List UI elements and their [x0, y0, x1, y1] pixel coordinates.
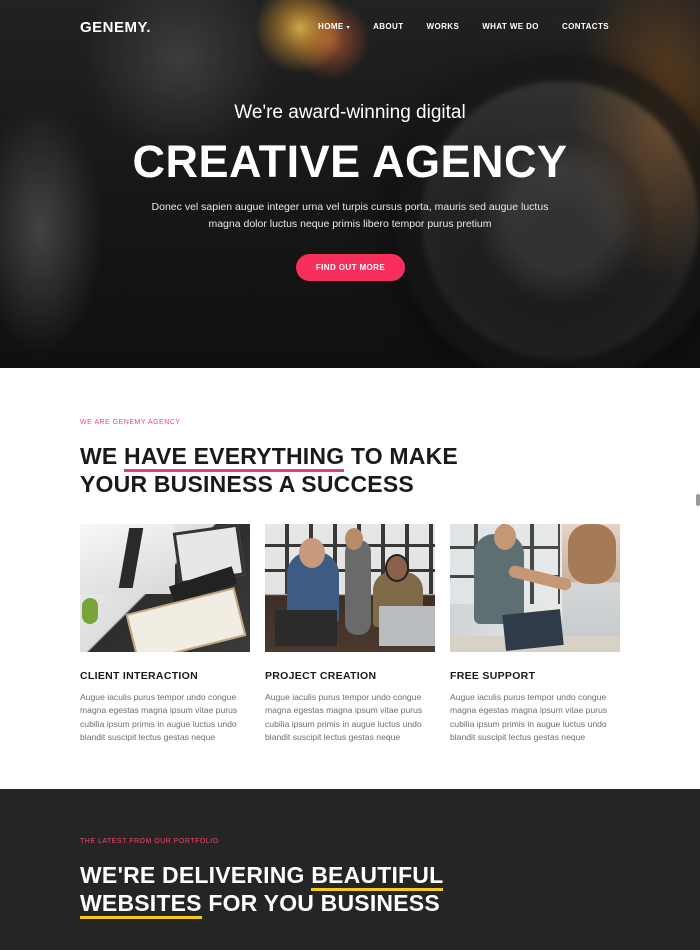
about-eyebrow: WE ARE GENEMY AGENCY: [80, 419, 181, 426]
portfolio-heading: WE'RE DELIVERING BEAUTIFUL WEBSITES FOR …: [80, 861, 580, 919]
heading-text: WE'RE DELIVERING: [80, 862, 312, 888]
card-title: FREE SUPPORT: [450, 670, 536, 682]
nav-links: HOME ▾ ABOUT WORKS WHAT WE DO CONTACTS: [295, 22, 609, 31]
card-text: Augue iaculis purus tempor undo congue m…: [80, 692, 238, 742]
card-title: CLIENT INTERACTION: [80, 670, 198, 682]
site-logo[interactable]: GENEMY.: [80, 19, 151, 36]
nav-item-about[interactable]: ABOUT: [373, 22, 403, 31]
scrollbar-thumb[interactable]: [696, 494, 700, 506]
main-navigation: GENEMY. HOME ▾ ABOUT WORKS WHAT WE DO CON…: [0, 0, 700, 56]
card-text: Augue iaculis purus tempor undo congue m…: [265, 692, 423, 742]
nav-item-contacts[interactable]: CONTACTS: [562, 22, 609, 31]
card-title: PROJECT CREATION: [265, 670, 377, 682]
nav-item-what-we-do[interactable]: WHAT WE DO: [482, 22, 539, 31]
service-card: FREE SUPPORT Augue iaculis purus tempor …: [450, 524, 620, 744]
free-support-image: [450, 524, 620, 652]
client-interaction-image: [80, 524, 250, 652]
service-card: PROJECT CREATION Augue iaculis purus tem…: [265, 524, 435, 744]
card-text: Augue iaculis purus tempor undo congue m…: [450, 692, 608, 742]
project-creation-image: [265, 524, 435, 652]
hero-description: Donec vel sapien augue integer urna vel …: [151, 201, 549, 230]
about-heading: WE HAVE EVERYTHING TO MAKE YOUR BUSINESS…: [80, 442, 560, 498]
service-card: CLIENT INTERACTION Augue iaculis purus t…: [80, 524, 250, 744]
hero-title: CREATIVE AGENCY: [132, 136, 568, 187]
heading-highlight: WEBSITES: [80, 890, 202, 919]
portfolio-eyebrow: THE LATEST FROM OUR PORTFOLIO: [80, 838, 219, 845]
nav-item-works[interactable]: WORKS: [427, 22, 460, 31]
find-out-more-button[interactable]: FIND OUT MORE: [296, 254, 405, 281]
heading-text: WE: [80, 443, 125, 469]
caret-down-icon: ▾: [346, 25, 351, 31]
heading-text: TO MAKE: [344, 443, 458, 469]
heading-highlight: HAVE EVERYTHING: [124, 443, 345, 472]
hero-subtitle: We're award-winning digital: [234, 102, 466, 123]
nav-item-label: HOME: [318, 22, 344, 31]
nav-item-home[interactable]: HOME ▾: [318, 22, 350, 31]
hero-section: GENEMY. HOME ▾ ABOUT WORKS WHAT WE DO CON…: [0, 0, 700, 368]
heading-highlight: BEAUTIFUL: [311, 862, 444, 891]
heading-text: YOUR BUSINESS A SUCCESS: [80, 471, 414, 497]
heading-text: FOR YOU BUSINESS: [201, 890, 440, 916]
